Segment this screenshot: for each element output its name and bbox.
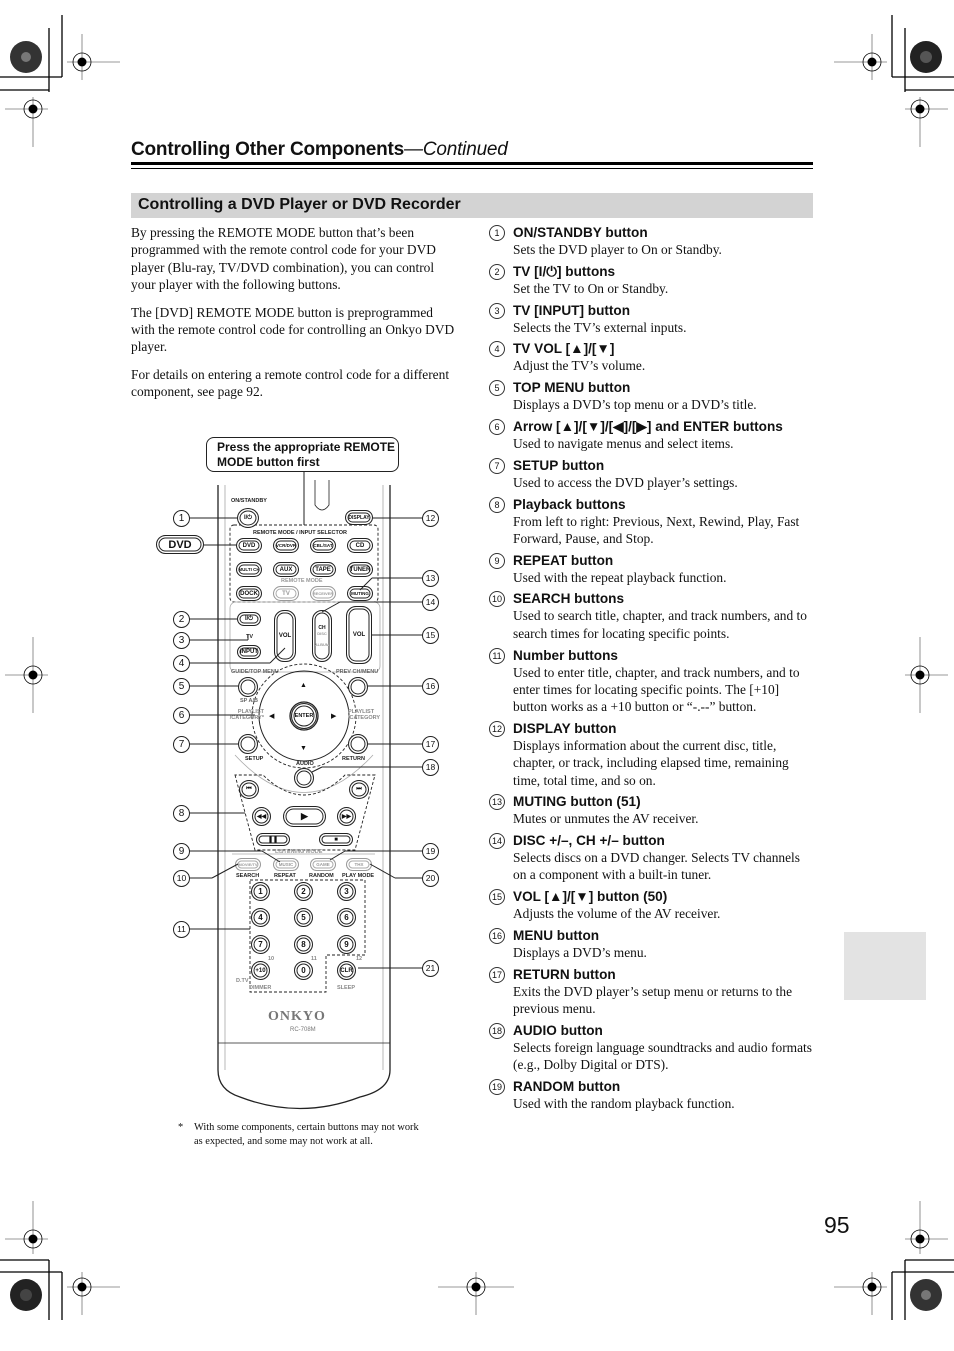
diagram-callout-number: 7 xyxy=(173,736,190,753)
diagram-callout-number: 15 xyxy=(422,627,439,644)
diagram-callout-number: 11 xyxy=(173,921,190,938)
diagram-callout-number: 3 xyxy=(173,632,190,649)
footnote-text: With some components, certain buttons ma… xyxy=(194,1122,419,1147)
diagram-callout-number: 5 xyxy=(173,678,190,695)
diagram-callout-number: 16 xyxy=(422,678,439,695)
diagram-callout-number: 10 xyxy=(173,870,190,887)
diagram-callout-number: 8 xyxy=(173,805,190,822)
diagram-callout-number: 6 xyxy=(173,707,190,724)
footnote: * With some components, certain buttons … xyxy=(178,1121,428,1148)
diagram-callout-number: 14 xyxy=(422,594,439,611)
callout-leader-lines xyxy=(188,517,422,969)
diagram-callout-number: 20 xyxy=(422,870,439,887)
footnote-marker: * xyxy=(178,1122,184,1133)
diagram-callout-number: 19 xyxy=(422,843,439,860)
diagram-callout-number: 21 xyxy=(422,960,439,977)
diagram-callout-number: 13 xyxy=(422,570,439,587)
diagram-callout-number: 12 xyxy=(422,510,439,527)
diagram-callout-number: 18 xyxy=(422,759,439,776)
diagram-callout-number: 17 xyxy=(422,736,439,753)
chapter-side-tab xyxy=(844,932,926,1000)
diagram-callout-number: 4 xyxy=(173,655,190,672)
diagram-callout-number: 2 xyxy=(173,611,190,628)
page-number: 95 xyxy=(824,1212,850,1238)
diagram-callout-number: 9 xyxy=(173,843,190,860)
diagram-callout-number: 1 xyxy=(173,510,190,527)
